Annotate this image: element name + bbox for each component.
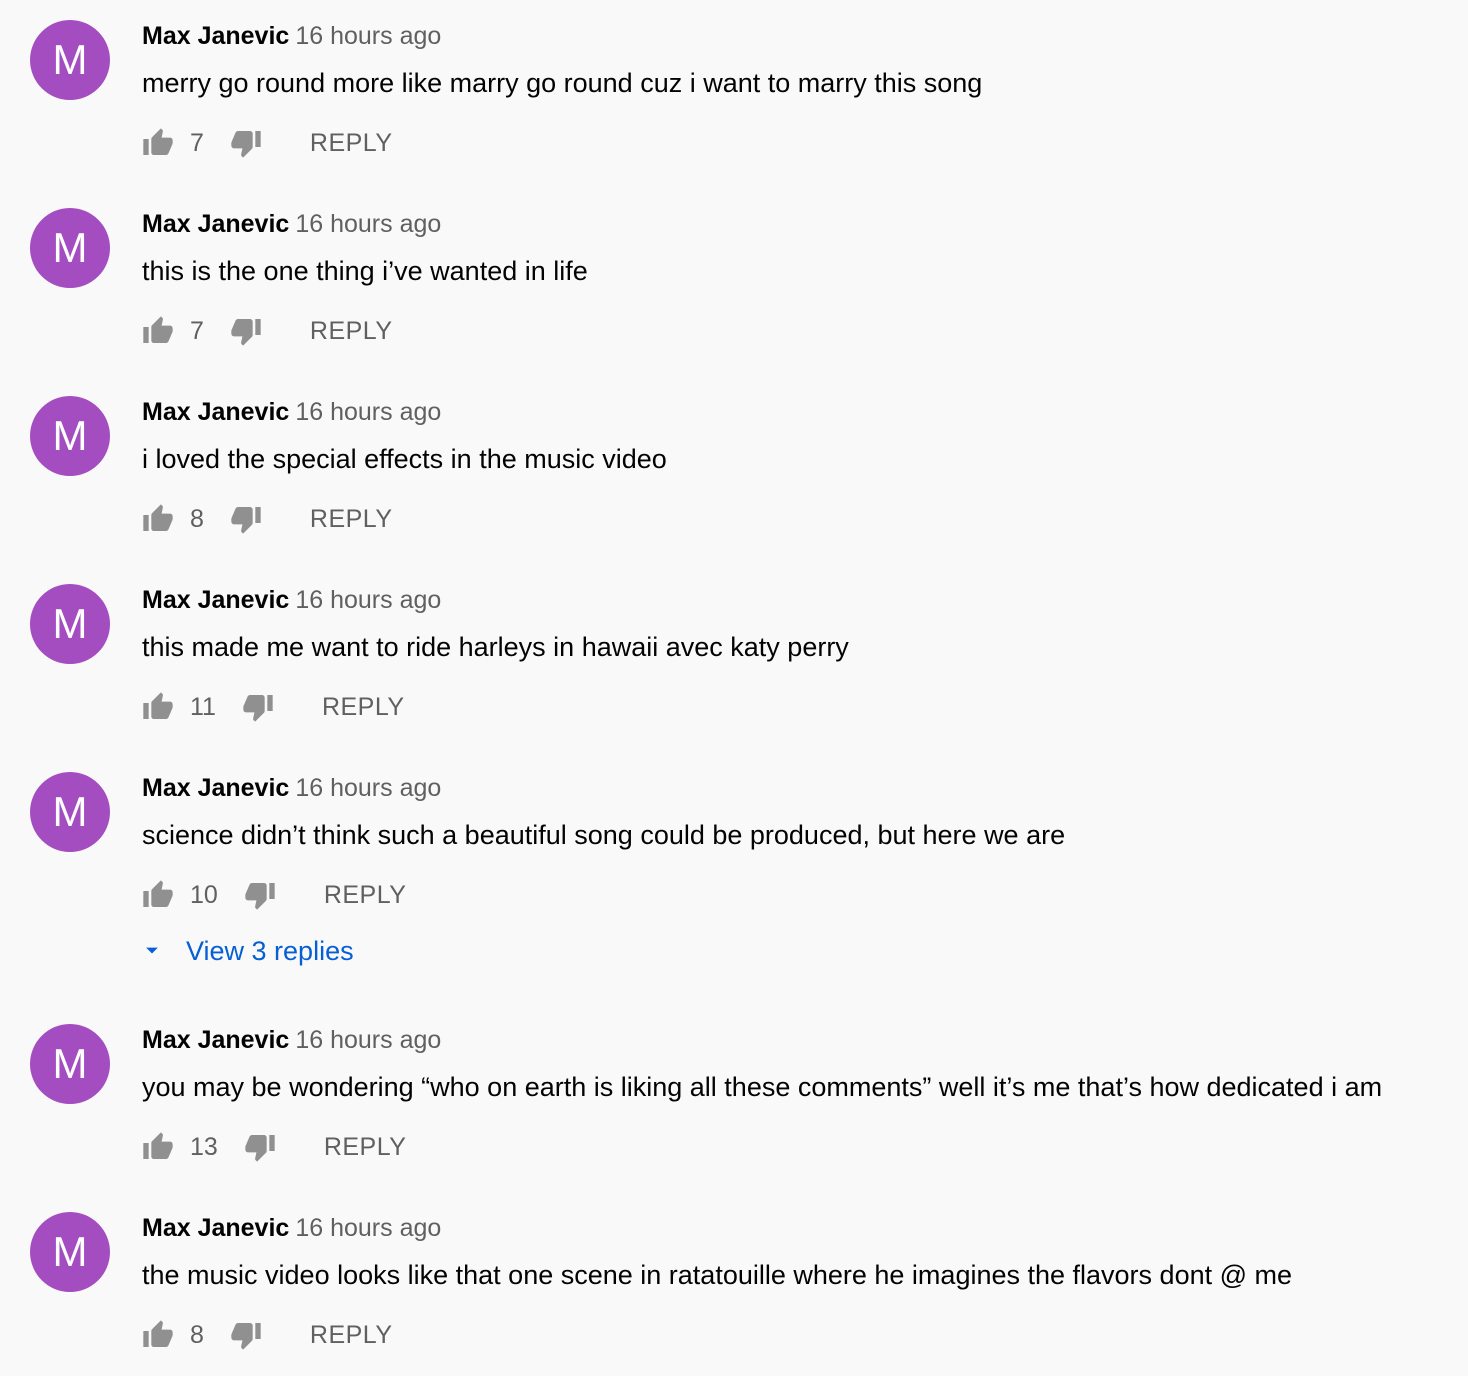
comment-header: Max Janevic 16 hours ago (142, 583, 441, 617)
comment-actions: 7 REPLY (142, 312, 393, 350)
comment-text: science didn’t think such a beautiful so… (142, 820, 1066, 850)
thumb-down-icon (242, 691, 274, 723)
reply-button[interactable]: REPLY (310, 505, 393, 534)
comment-header: Max Janevic 16 hours ago (142, 395, 441, 429)
comment-header: Max Janevic 16 hours ago (142, 1023, 441, 1057)
thumb-down-icon (244, 879, 276, 911)
view-replies-button[interactable]: View 3 replies (142, 932, 354, 970)
thumb-down-icon (230, 127, 262, 159)
reply-button[interactable]: REPLY (324, 881, 407, 910)
comment-timestamp[interactable]: 16 hours ago (295, 586, 441, 614)
like-count: 8 (190, 1320, 204, 1349)
caret-down-icon (142, 941, 162, 961)
thumb-down-icon (230, 1319, 262, 1351)
avatar[interactable]: M (30, 584, 110, 664)
comment-actions: 13 REPLY (142, 1128, 406, 1166)
thumb-up-icon (142, 1131, 174, 1163)
comment-timestamp[interactable]: 16 hours ago (295, 1026, 441, 1054)
thumb-up-icon (142, 315, 174, 347)
comment-author[interactable]: Max Janevic (142, 774, 289, 802)
comments-section: M Max Janevic 16 hours ago merry go round m… (0, 0, 1468, 1376)
comment-header: Max Janevic 16 hours ago (142, 207, 441, 241)
comment-text: i loved the special effects in the music… (142, 444, 667, 474)
comment-author[interactable]: Max Janevic (142, 586, 289, 614)
avatar[interactable]: M (30, 396, 110, 476)
like-button[interactable] (142, 691, 174, 723)
comment-text: this made me want to ride harleys in haw… (142, 632, 849, 662)
reply-button[interactable]: REPLY (324, 1133, 407, 1162)
like-button[interactable] (142, 127, 174, 159)
comment-text: merry go round more like marry go round … (142, 68, 983, 98)
thumb-up-icon (142, 879, 174, 911)
comment-actions: 10 REPLY (142, 876, 406, 914)
comment-timestamp[interactable]: 16 hours ago (295, 22, 441, 50)
thumb-up-icon (142, 691, 174, 723)
dislike-button[interactable] (230, 127, 262, 159)
thumb-down-icon (230, 503, 262, 535)
reply-button[interactable]: REPLY (310, 129, 393, 158)
thumb-up-icon (142, 503, 174, 535)
comment-text: the music video looks like that one scen… (142, 1260, 1293, 1290)
like-button[interactable] (142, 315, 174, 347)
like-button[interactable] (142, 1131, 174, 1163)
comment-author[interactable]: Max Janevic (142, 1214, 289, 1242)
reply-button[interactable]: REPLY (310, 317, 393, 346)
comment-author[interactable]: Max Janevic (142, 22, 289, 50)
comment-timestamp[interactable]: 16 hours ago (295, 210, 441, 238)
comment-header: Max Janevic 16 hours ago (142, 771, 441, 805)
comment-text: you may be wondering “who on earth is li… (142, 1072, 1383, 1102)
comment-author[interactable]: Max Janevic (142, 1026, 289, 1054)
avatar[interactable]: M (30, 20, 110, 100)
thumb-up-icon (142, 127, 174, 159)
comment-actions: 8 REPLY (142, 500, 393, 538)
thumb-down-icon (244, 1131, 276, 1163)
comment-text: this is the one thing i’ve wanted in lif… (142, 256, 588, 286)
dislike-button[interactable] (230, 503, 262, 535)
dislike-button[interactable] (230, 315, 262, 347)
like-count: 11 (190, 692, 216, 721)
like-count: 7 (190, 128, 204, 157)
avatar[interactable]: M (30, 208, 110, 288)
like-count: 13 (190, 1132, 218, 1161)
thumb-down-icon (230, 315, 262, 347)
thumb-up-icon (142, 1319, 174, 1351)
dislike-button[interactable] (244, 1131, 276, 1163)
reply-button[interactable]: REPLY (310, 1321, 393, 1350)
comment-actions: 8 REPLY (142, 1316, 393, 1354)
like-button[interactable] (142, 503, 174, 535)
comment-author[interactable]: Max Janevic (142, 398, 289, 426)
dislike-button[interactable] (230, 1319, 262, 1351)
like-button[interactable] (142, 1319, 174, 1351)
avatar[interactable]: M (30, 1024, 110, 1104)
avatar[interactable]: M (30, 772, 110, 852)
comment-actions: 7 REPLY (142, 124, 393, 162)
avatar[interactable]: M (30, 1212, 110, 1292)
comment-header: Max Janevic 16 hours ago (142, 1211, 441, 1245)
reply-button[interactable]: REPLY (322, 693, 405, 722)
comment-actions: 11 REPLY (142, 688, 405, 726)
comment-timestamp[interactable]: 16 hours ago (295, 774, 441, 802)
dislike-button[interactable] (244, 879, 276, 911)
comment-timestamp[interactable]: 16 hours ago (295, 1214, 441, 1242)
like-count: 7 (190, 316, 204, 345)
dislike-button[interactable] (242, 691, 274, 723)
like-count: 8 (190, 504, 204, 533)
comment-header: Max Janevic 16 hours ago (142, 19, 441, 53)
like-button[interactable] (142, 879, 174, 911)
view-replies-label: View 3 replies (186, 935, 354, 966)
comment-author[interactable]: Max Janevic (142, 210, 289, 238)
like-count: 10 (190, 880, 218, 909)
comment-timestamp[interactable]: 16 hours ago (295, 398, 441, 426)
